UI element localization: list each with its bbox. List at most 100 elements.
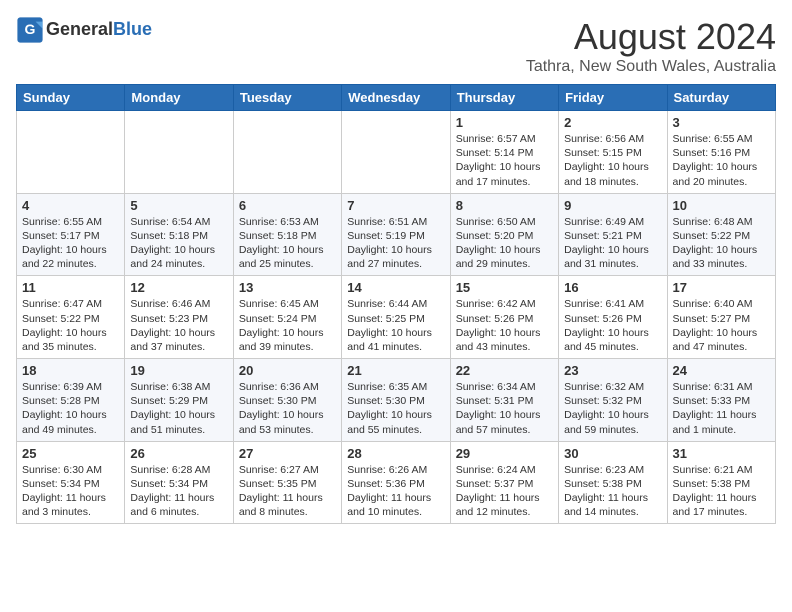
day-info: Sunrise: 6:53 AM Sunset: 5:18 PM Dayligh… bbox=[239, 215, 336, 272]
logo-icon: G bbox=[16, 16, 44, 44]
day-info: Sunrise: 6:51 AM Sunset: 5:19 PM Dayligh… bbox=[347, 215, 444, 272]
day-info: Sunrise: 6:21 AM Sunset: 5:38 PM Dayligh… bbox=[673, 463, 770, 520]
day-info: Sunrise: 6:32 AM Sunset: 5:32 PM Dayligh… bbox=[564, 380, 661, 437]
weekday-header-friday: Friday bbox=[559, 85, 667, 111]
calendar-cell: 29 Sunrise: 6:24 AM Sunset: 5:37 PM Dayli… bbox=[450, 441, 558, 524]
calendar-cell: 7 Sunrise: 6:51 AM Sunset: 5:19 PM Daylig… bbox=[342, 193, 450, 276]
day-number: 17 bbox=[673, 280, 770, 295]
day-number: 23 bbox=[564, 363, 661, 378]
location-title: Tathra, New South Wales, Australia bbox=[526, 58, 776, 76]
calendar-cell: 12 Sunrise: 6:46 AM Sunset: 5:23 PM Dayli… bbox=[125, 276, 233, 359]
calendar-cell: 5 Sunrise: 6:54 AM Sunset: 5:18 PM Daylig… bbox=[125, 193, 233, 276]
calendar-cell: 30 Sunrise: 6:23 AM Sunset: 5:38 PM Dayli… bbox=[559, 441, 667, 524]
calendar-cell: 13Sunrise: 6:45 AM Sunset: 5:24 PM Dayli… bbox=[233, 276, 341, 359]
title-area: August 2024 Tathra, New South Wales, Aus… bbox=[526, 16, 776, 76]
day-info: Sunrise: 6:57 AM Sunset: 5:14 PM Dayligh… bbox=[456, 132, 553, 189]
day-number: 30 bbox=[564, 446, 661, 461]
day-number: 2 bbox=[564, 115, 661, 130]
day-number: 27 bbox=[239, 446, 336, 461]
day-number: 7 bbox=[347, 198, 444, 213]
calendar-cell: 19 Sunrise: 6:38 AM Sunset: 5:29 PM Dayli… bbox=[125, 359, 233, 442]
day-info: Sunrise: 6:23 AM Sunset: 5:38 PM Dayligh… bbox=[564, 463, 661, 520]
day-number: 29 bbox=[456, 446, 553, 461]
day-number: 8 bbox=[456, 198, 553, 213]
calendar-cell: 26 Sunrise: 6:28 AM Sunset: 5:34 PM Dayli… bbox=[125, 441, 233, 524]
day-number: 4 bbox=[22, 198, 119, 213]
day-info: Sunrise: 6:50 AM Sunset: 5:20 PM Dayligh… bbox=[456, 215, 553, 272]
day-number: 11 bbox=[22, 280, 119, 295]
calendar-cell: 20Sunrise: 6:36 AM Sunset: 5:30 PM Dayli… bbox=[233, 359, 341, 442]
day-number: 25 bbox=[22, 446, 119, 461]
calendar-cell: 16Sunrise: 6:41 AM Sunset: 5:26 PM Dayli… bbox=[559, 276, 667, 359]
calendar-cell: 3Sunrise: 6:55 AM Sunset: 5:16 PM Daylig… bbox=[667, 111, 775, 194]
calendar-week-row: 1Sunrise: 6:57 AM Sunset: 5:14 PM Daylig… bbox=[17, 111, 776, 194]
calendar-cell: 8 Sunrise: 6:50 AM Sunset: 5:20 PM Daylig… bbox=[450, 193, 558, 276]
day-info: Sunrise: 6:40 AM Sunset: 5:27 PM Dayligh… bbox=[673, 297, 770, 354]
day-number: 10 bbox=[673, 198, 770, 213]
weekday-header-sunday: Sunday bbox=[17, 85, 125, 111]
day-info: Sunrise: 6:55 AM Sunset: 5:17 PM Dayligh… bbox=[22, 215, 119, 272]
day-number: 14 bbox=[347, 280, 444, 295]
calendar-cell: 31 Sunrise: 6:21 AM Sunset: 5:38 PM Dayli… bbox=[667, 441, 775, 524]
day-info: Sunrise: 6:28 AM Sunset: 5:34 PM Dayligh… bbox=[130, 463, 227, 520]
calendar-week-row: 11 Sunrise: 6:47 AM Sunset: 5:22 PM Dayli… bbox=[17, 276, 776, 359]
calendar-cell: 11 Sunrise: 6:47 AM Sunset: 5:22 PM Dayli… bbox=[17, 276, 125, 359]
day-number: 15 bbox=[456, 280, 553, 295]
calendar-cell: 14Sunrise: 6:44 AM Sunset: 5:25 PM Dayli… bbox=[342, 276, 450, 359]
day-number: 5 bbox=[130, 198, 227, 213]
calendar-cell: 1Sunrise: 6:57 AM Sunset: 5:14 PM Daylig… bbox=[450, 111, 558, 194]
weekday-header-saturday: Saturday bbox=[667, 85, 775, 111]
day-number: 18 bbox=[22, 363, 119, 378]
calendar-cell: 18 Sunrise: 6:39 AM Sunset: 5:28 PM Dayli… bbox=[17, 359, 125, 442]
logo: G GeneralBlue bbox=[16, 16, 152, 44]
calendar-cell bbox=[342, 111, 450, 194]
day-info: Sunrise: 6:26 AM Sunset: 5:36 PM Dayligh… bbox=[347, 463, 444, 520]
day-info: Sunrise: 6:46 AM Sunset: 5:23 PM Dayligh… bbox=[130, 297, 227, 354]
day-number: 22 bbox=[456, 363, 553, 378]
day-info: Sunrise: 6:54 AM Sunset: 5:18 PM Dayligh… bbox=[130, 215, 227, 272]
day-info: Sunrise: 6:31 AM Sunset: 5:33 PM Dayligh… bbox=[673, 380, 770, 437]
calendar-table: SundayMondayTuesdayWednesdayThursdayFrid… bbox=[16, 84, 776, 524]
day-info: Sunrise: 6:39 AM Sunset: 5:28 PM Dayligh… bbox=[22, 380, 119, 437]
day-number: 21 bbox=[347, 363, 444, 378]
calendar-week-row: 4 Sunrise: 6:55 AM Sunset: 5:17 PM Daylig… bbox=[17, 193, 776, 276]
day-number: 6 bbox=[239, 198, 336, 213]
day-info: Sunrise: 6:34 AM Sunset: 5:31 PM Dayligh… bbox=[456, 380, 553, 437]
calendar-cell: 22 Sunrise: 6:34 AM Sunset: 5:31 PM Dayli… bbox=[450, 359, 558, 442]
day-info: Sunrise: 6:48 AM Sunset: 5:22 PM Dayligh… bbox=[673, 215, 770, 272]
day-info: Sunrise: 6:41 AM Sunset: 5:26 PM Dayligh… bbox=[564, 297, 661, 354]
day-number: 28 bbox=[347, 446, 444, 461]
day-number: 3 bbox=[673, 115, 770, 130]
calendar-cell: 24Sunrise: 6:31 AM Sunset: 5:33 PM Dayli… bbox=[667, 359, 775, 442]
weekday-header-wednesday: Wednesday bbox=[342, 85, 450, 111]
day-info: Sunrise: 6:49 AM Sunset: 5:21 PM Dayligh… bbox=[564, 215, 661, 272]
calendar-cell: 4 Sunrise: 6:55 AM Sunset: 5:17 PM Daylig… bbox=[17, 193, 125, 276]
day-info: Sunrise: 6:42 AM Sunset: 5:26 PM Dayligh… bbox=[456, 297, 553, 354]
day-number: 19 bbox=[130, 363, 227, 378]
calendar-cell: 6 Sunrise: 6:53 AM Sunset: 5:18 PM Daylig… bbox=[233, 193, 341, 276]
calendar-week-row: 18 Sunrise: 6:39 AM Sunset: 5:28 PM Dayli… bbox=[17, 359, 776, 442]
calendar-cell: 23 Sunrise: 6:32 AM Sunset: 5:32 PM Dayli… bbox=[559, 359, 667, 442]
calendar-cell: 10 Sunrise: 6:48 AM Sunset: 5:22 PM Dayli… bbox=[667, 193, 775, 276]
day-info: Sunrise: 6:47 AM Sunset: 5:22 PM Dayligh… bbox=[22, 297, 119, 354]
logo-general-text: General bbox=[46, 19, 113, 39]
day-number: 26 bbox=[130, 446, 227, 461]
calendar-cell: 21Sunrise: 6:35 AM Sunset: 5:30 PM Dayli… bbox=[342, 359, 450, 442]
weekday-header-thursday: Thursday bbox=[450, 85, 558, 111]
day-info: Sunrise: 6:30 AM Sunset: 5:34 PM Dayligh… bbox=[22, 463, 119, 520]
calendar-cell bbox=[17, 111, 125, 194]
day-info: Sunrise: 6:38 AM Sunset: 5:29 PM Dayligh… bbox=[130, 380, 227, 437]
day-info: Sunrise: 6:56 AM Sunset: 5:15 PM Dayligh… bbox=[564, 132, 661, 189]
calendar-cell: 28 Sunrise: 6:26 AM Sunset: 5:36 PM Dayli… bbox=[342, 441, 450, 524]
day-number: 12 bbox=[130, 280, 227, 295]
day-number: 20 bbox=[239, 363, 336, 378]
header: G GeneralBlue August 2024 Tathra, New So… bbox=[16, 16, 776, 76]
calendar-cell: 25 Sunrise: 6:30 AM Sunset: 5:34 PM Dayli… bbox=[17, 441, 125, 524]
weekday-header-row: SundayMondayTuesdayWednesdayThursdayFrid… bbox=[17, 85, 776, 111]
logo-blue-text: Blue bbox=[113, 19, 152, 39]
day-info: Sunrise: 6:24 AM Sunset: 5:37 PM Dayligh… bbox=[456, 463, 553, 520]
day-info: Sunrise: 6:45 AM Sunset: 5:24 PM Dayligh… bbox=[239, 297, 336, 354]
day-number: 31 bbox=[673, 446, 770, 461]
calendar-cell: 2 Sunrise: 6:56 AM Sunset: 5:15 PM Daylig… bbox=[559, 111, 667, 194]
calendar-cell bbox=[125, 111, 233, 194]
